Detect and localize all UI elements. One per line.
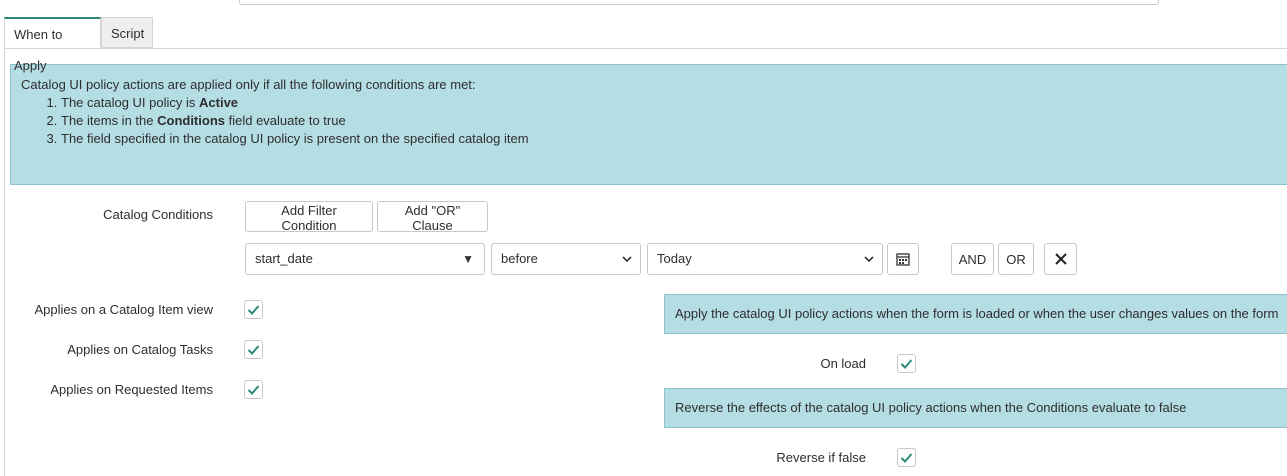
tab-bar-line [4,48,1287,49]
chevron-down-icon [864,256,874,263]
onload-checkbox[interactable] [897,354,916,373]
checkmark-icon [247,385,260,395]
applies-item-view-checkbox[interactable] [244,300,263,319]
tab-script[interactable]: Script [101,17,153,48]
or-button[interactable]: OR [998,243,1034,275]
info-item-conditions: The items in the Conditions field evalua… [61,112,1287,130]
condition-date-value: Today [657,251,692,266]
reverse-checkbox[interactable] [897,448,916,467]
checkmark-icon [247,305,260,315]
condition-operator-value: before [501,251,538,266]
applies-requested-label: Applies on Requested Items [50,382,213,397]
chevron-down-icon [622,256,632,263]
close-icon [1054,253,1067,265]
condition-date-select[interactable]: Today [647,243,883,275]
info-list: The catalog UI policy is Active The item… [21,94,1287,148]
conditions-info-box: Catalog UI policy actions are applied on… [10,64,1287,185]
info-item-active: The catalog UI policy is Active [61,94,1287,112]
condition-operator-select[interactable]: before [491,243,641,275]
reverse-label: Reverse if false [776,450,866,465]
reverse-info-box: Reverse the effects of the catalog UI po… [664,388,1287,428]
calendar-icon [896,253,910,266]
top-text-field[interactable] [239,0,1159,5]
condition-field-value: start_date [255,251,313,266]
applies-requested-checkbox[interactable] [244,380,263,399]
calendar-button[interactable] [887,243,919,275]
remove-condition-button[interactable] [1044,243,1077,275]
checkmark-icon [247,345,260,355]
checkmark-icon [900,359,913,369]
info-intro: Catalog UI policy actions are applied on… [21,77,476,92]
tab-when-to-apply[interactable]: When to Apply [4,17,101,73]
info-item-field-present: The field specified in the catalog UI po… [61,130,1287,148]
add-or-clause-button[interactable]: Add "OR" Clause [377,201,488,233]
add-filter-condition-button[interactable]: Add Filter Condition [245,201,373,233]
applies-tasks-label: Applies on Catalog Tasks [67,342,213,357]
triangle-down-icon: ▼ [462,252,474,266]
catalog-conditions-label: Catalog Conditions [103,207,213,222]
checkmark-icon [900,453,913,463]
and-button[interactable]: AND [951,243,994,275]
condition-field-select[interactable]: start_date ▼ [245,243,485,275]
applies-tasks-checkbox[interactable] [244,340,263,359]
onload-label: On load [820,356,866,371]
applies-item-view-label: Applies on a Catalog Item view [34,302,213,317]
panel-left-border [4,48,5,476]
onload-info-box: Apply the catalog UI policy actions when… [664,294,1287,334]
